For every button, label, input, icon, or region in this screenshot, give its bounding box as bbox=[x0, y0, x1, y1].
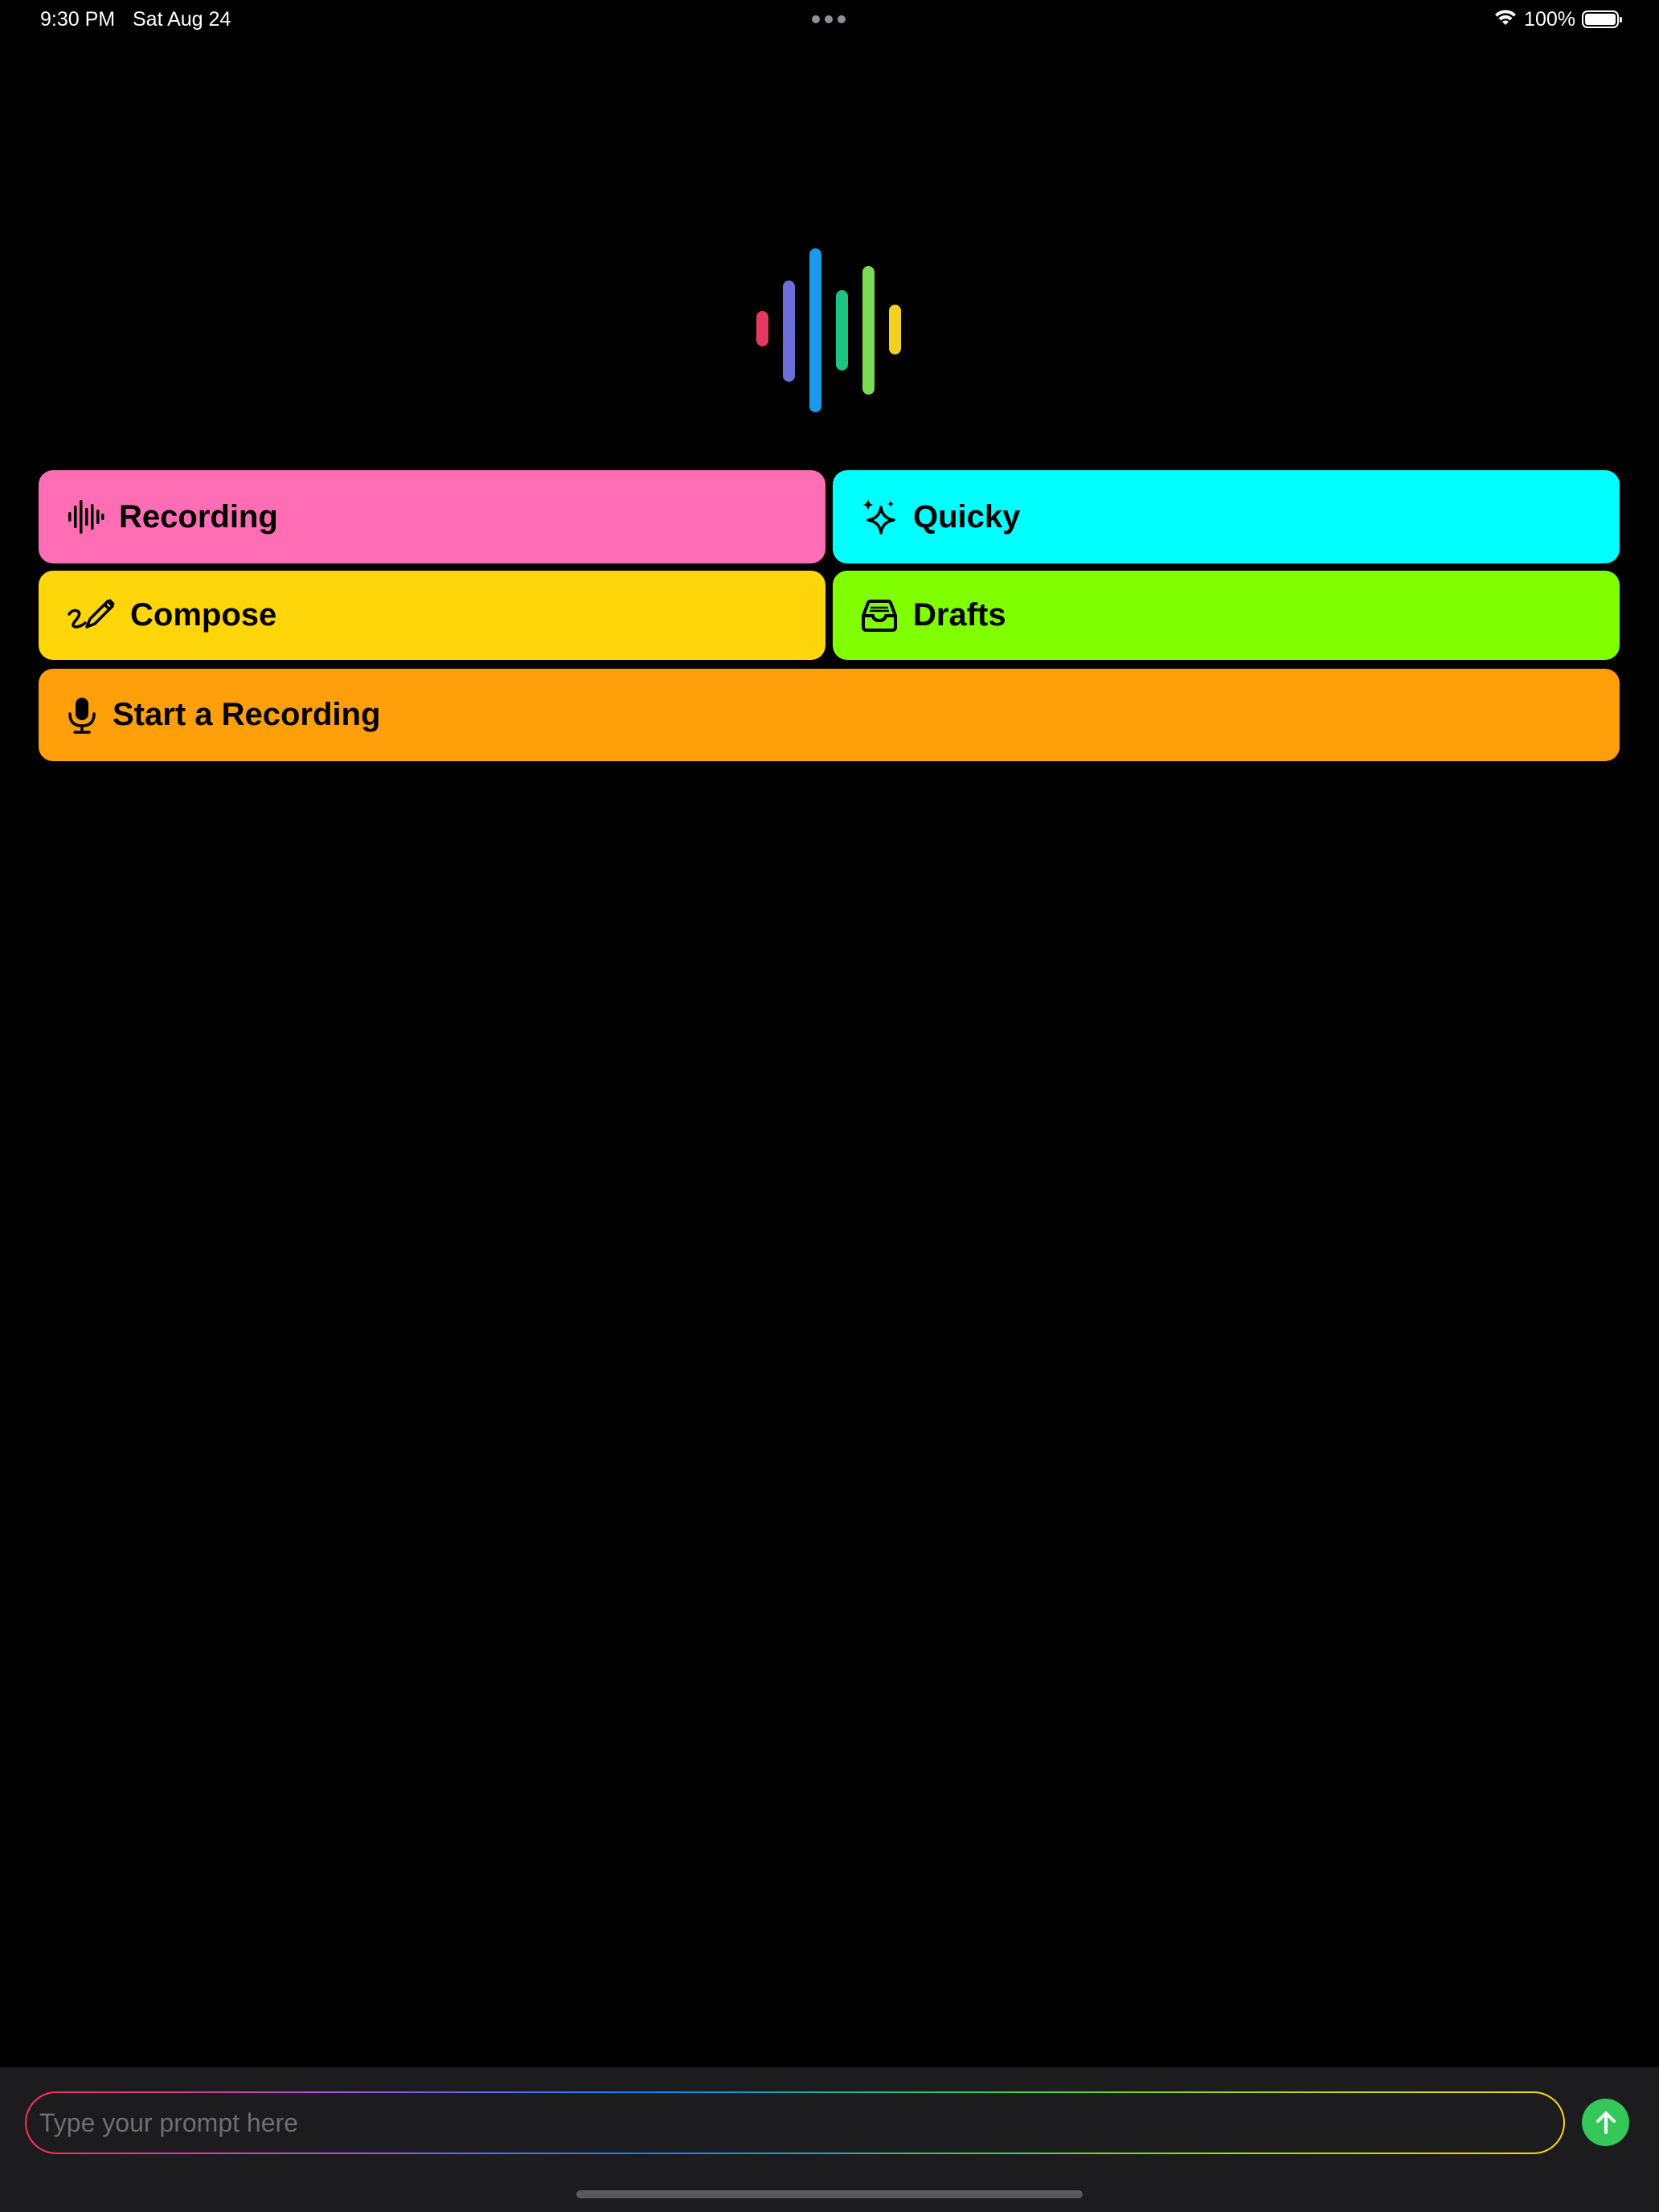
sparkles-icon bbox=[860, 498, 899, 536]
arrow-up-icon bbox=[1592, 2109, 1620, 2136]
quicky-label: Quicky bbox=[913, 498, 1021, 535]
prompt-input[interactable] bbox=[27, 2093, 1563, 2153]
app-screen: 9:30 PM Sat Aug 24 100% Recording Quicky… bbox=[0, 0, 1659, 2212]
drafts-label: Drafts bbox=[913, 597, 1006, 633]
logo-bar bbox=[889, 305, 901, 354]
status-date: Sat Aug 24 bbox=[133, 8, 231, 31]
recording-button[interactable]: Recording bbox=[39, 470, 825, 563]
prompt-bar bbox=[0, 2067, 1659, 2212]
recording-label: Recording bbox=[119, 498, 278, 535]
logo-bar bbox=[809, 248, 821, 412]
pencil-scribble-icon bbox=[66, 596, 116, 635]
logo-bar bbox=[783, 281, 795, 382]
drafts-button[interactable]: Drafts bbox=[833, 571, 1620, 660]
prompt-field-border bbox=[25, 2091, 1565, 2154]
status-indicators: 100% bbox=[1493, 6, 1622, 32]
battery-fill bbox=[1585, 14, 1616, 25]
compose-label: Compose bbox=[130, 597, 277, 633]
tray-icon bbox=[860, 596, 899, 635]
battery-icon bbox=[1582, 10, 1622, 28]
send-button[interactable] bbox=[1582, 2099, 1629, 2146]
status-time: 9:30 PM bbox=[40, 8, 116, 31]
compose-button[interactable]: Compose bbox=[39, 571, 825, 660]
waveform-icon bbox=[66, 498, 104, 536]
start-recording-label: Start a Recording bbox=[113, 697, 381, 732]
status-bar: 9:30 PM Sat Aug 24 100% bbox=[0, 0, 1659, 39]
microphone-icon bbox=[66, 696, 98, 735]
logo-bar bbox=[836, 290, 848, 371]
battery-percentage: 100% bbox=[1524, 7, 1575, 31]
start-recording-button[interactable]: Start a Recording bbox=[39, 669, 1620, 761]
waveform-logo bbox=[756, 248, 901, 412]
home-indicator[interactable] bbox=[576, 2190, 1083, 2198]
multitasking-dots-icon[interactable] bbox=[812, 15, 846, 23]
logo-bar bbox=[862, 266, 875, 395]
logo-bar bbox=[756, 311, 768, 346]
quicky-button[interactable]: Quicky bbox=[833, 470, 1620, 563]
wifi-icon bbox=[1493, 8, 1518, 31]
